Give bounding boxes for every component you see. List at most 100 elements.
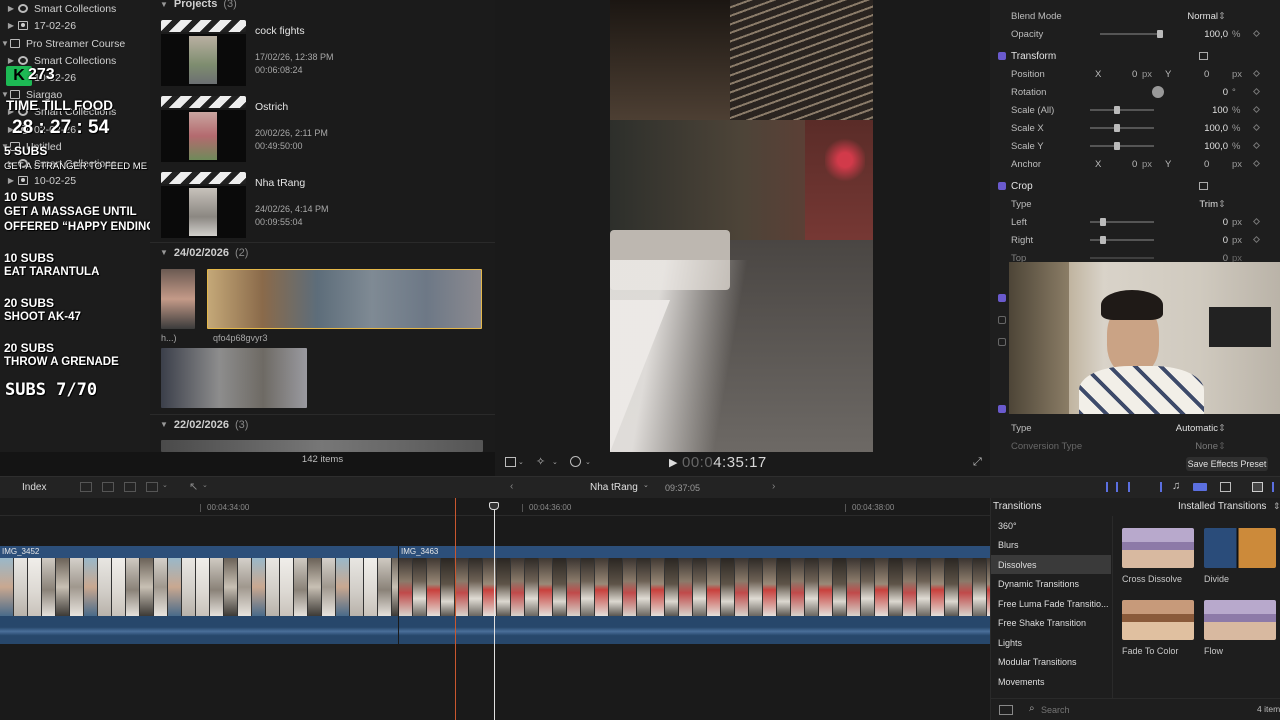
onscreen-control-icon[interactable]	[1199, 52, 1208, 60]
disclosure-triangle-icon[interactable]: ▼	[0, 39, 10, 48]
chevron-down-icon[interactable]: ⌄	[162, 481, 168, 489]
chevron-down-icon[interactable]: ⌄	[585, 458, 591, 466]
transition-thumbnail[interactable]	[1204, 600, 1276, 640]
clip-appearance-icon[interactable]	[1193, 483, 1207, 491]
keyframe-icon[interactable]	[1252, 123, 1261, 132]
audio-waveform[interactable]	[399, 616, 990, 644]
save-effects-preset-button[interactable]: Save Effects Preset	[1186, 457, 1268, 471]
keyframe-icon[interactable]	[1252, 87, 1261, 96]
fullscreen-icon[interactable]: ⤢	[973, 456, 982, 469]
playhead-handle-icon[interactable]	[489, 502, 499, 510]
library-row[interactable]: ▶ Smart Collections	[0, 0, 150, 17]
speed-icon[interactable]	[570, 456, 581, 467]
checkbox[interactable]	[998, 52, 1006, 60]
conversion-popup[interactable]: None	[1195, 441, 1218, 452]
rotation-value[interactable]: 0	[1223, 87, 1228, 98]
chevron-down-icon[interactable]: ⌄	[518, 458, 524, 466]
scale-all-slider[interactable]	[1090, 109, 1154, 111]
audio-waveform[interactable]	[0, 616, 398, 644]
clip-filmstrip[interactable]	[0, 558, 398, 616]
anchor-y-value[interactable]: 0	[1204, 159, 1209, 170]
library-row[interactable]: ▼ Pro Streamer Course	[0, 35, 150, 52]
checkbox[interactable]	[998, 405, 1006, 413]
transition-category[interactable]: Modular Transitions	[991, 653, 1111, 672]
transition-category[interactable]: Dynamic Transitions	[991, 575, 1111, 594]
library-row[interactable]: ▶ 10-02-25	[0, 172, 150, 189]
scale-x-slider[interactable]	[1090, 127, 1154, 129]
transition-category[interactable]: Blurs	[991, 536, 1111, 555]
select-tool-icon[interactable]: ↖	[189, 480, 198, 493]
headphones-icon[interactable]: ♫	[1172, 480, 1180, 492]
clip-name-bar[interactable]: IMG_3452	[0, 546, 398, 558]
anchor-x-value[interactable]: 0	[1132, 159, 1137, 170]
transition-category[interactable]: Lights	[991, 633, 1111, 652]
clip-filmstrip[interactable]	[161, 269, 195, 329]
disclosure-triangle-icon[interactable]: ▼	[160, 248, 168, 257]
keyframe-icon[interactable]	[1252, 105, 1261, 114]
chevron-down-icon[interactable]: ⌄	[202, 481, 208, 489]
append-clip-icon[interactable]	[124, 482, 136, 492]
magic-wand-icon[interactable]: ✧	[536, 455, 545, 468]
transform-tool-icon[interactable]	[505, 457, 516, 467]
transform-header[interactable]: Transform	[990, 47, 1280, 65]
solo-icon[interactable]	[1128, 482, 1140, 492]
transition-thumbnail[interactable]	[1122, 600, 1194, 640]
event-section-header[interactable]: ▼ 22/02/2026 (3)	[150, 414, 495, 434]
scale-all-value[interactable]: 100	[1212, 105, 1228, 116]
project-item[interactable]: Ostrich 20/02/26, 2:11 PM 00:49:50:00	[161, 96, 491, 168]
opacity-slider[interactable]	[1100, 33, 1160, 35]
onscreen-control-icon[interactable]	[1199, 182, 1208, 190]
crop-header[interactable]: Crop	[990, 177, 1280, 195]
timeline-project-name[interactable]: Nha tRang	[590, 482, 638, 493]
back-arrow-icon[interactable]: ‹	[510, 481, 513, 492]
transition-thumbnail[interactable]	[1122, 528, 1194, 568]
clip-filmstrip[interactable]	[161, 440, 483, 452]
clip-filmstrip[interactable]	[399, 558, 990, 616]
crop-left-value[interactable]: 0	[1223, 217, 1228, 228]
clip-filmstrip[interactable]	[161, 348, 307, 408]
keyframe-icon[interactable]	[1252, 217, 1261, 226]
audio-skimming-icon[interactable]	[1106, 482, 1118, 492]
disclosure-triangle-icon[interactable]: ▶	[6, 56, 16, 65]
disclosure-triangle-icon[interactable]: ▼	[160, 0, 168, 9]
keyframe-icon[interactable]	[1252, 235, 1261, 244]
rotation-dial[interactable]	[1152, 86, 1164, 98]
transition-thumbnail[interactable]	[1204, 528, 1276, 568]
more-icon[interactable]	[1272, 482, 1280, 492]
installed-transitions-popup[interactable]: Installed Transitions	[1178, 501, 1266, 512]
keyframe-icon[interactable]	[1252, 141, 1261, 150]
slider-knob[interactable]	[1157, 30, 1163, 38]
slider-knob[interactable]	[1114, 142, 1120, 150]
effects-browser-icon[interactable]	[1220, 482, 1231, 492]
disclosure-triangle-icon[interactable]: ▶	[6, 4, 16, 13]
crop-right-value[interactable]: 0	[1223, 235, 1228, 246]
keyframe-icon[interactable]	[1252, 159, 1261, 168]
slider-knob[interactable]	[1114, 106, 1120, 114]
transition-category[interactable]: Dissolves	[991, 555, 1111, 574]
disclosure-triangle-icon[interactable]: ▶	[6, 176, 16, 185]
skimmer[interactable]	[455, 498, 456, 720]
chevron-down-icon[interactable]: ⌄	[643, 481, 649, 489]
projects-section-header[interactable]: ▼ Projects (3)	[150, 0, 495, 14]
checkbox[interactable]	[998, 316, 1006, 324]
scale-y-value[interactable]: 100,0	[1204, 141, 1228, 152]
transition-category[interactable]: Free Shake Transition	[991, 614, 1111, 633]
play-icon[interactable]: ▶	[669, 456, 677, 469]
sidebar-toggle-icon[interactable]	[999, 705, 1013, 715]
transition-category[interactable]: Movements	[991, 672, 1111, 691]
keyframe-icon[interactable]	[1252, 69, 1261, 78]
disclosure-triangle-icon[interactable]: ▼	[160, 420, 168, 429]
index-button[interactable]: Index	[22, 482, 46, 493]
clip-name-bar[interactable]: IMG_3463	[399, 546, 990, 558]
connect-clip-icon[interactable]	[80, 482, 92, 492]
search-input[interactable]	[1041, 703, 1191, 717]
library-row[interactable]: ▶ 17-02-26	[0, 17, 150, 34]
transitions-browser-icon[interactable]	[1252, 482, 1263, 492]
timecode-display[interactable]: 00:04:35:17	[682, 454, 767, 471]
playhead[interactable]	[494, 506, 495, 720]
slider-knob[interactable]	[1100, 236, 1106, 244]
checkbox[interactable]	[998, 294, 1006, 302]
forward-arrow-icon[interactable]: ›	[772, 481, 775, 492]
transition-category[interactable]: Free Luma Fade Transitio...	[991, 594, 1111, 613]
insert-clip-icon[interactable]	[102, 482, 114, 492]
